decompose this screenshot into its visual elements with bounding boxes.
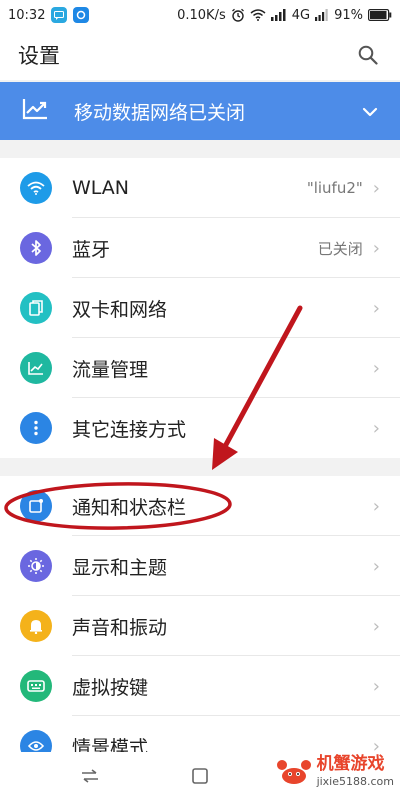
row-label: 蓝牙	[72, 238, 111, 261]
row-label: WLAN	[72, 177, 130, 199]
sim-card-icon	[20, 292, 52, 324]
row-value: "liufu2"	[306, 179, 363, 197]
network-speed: 0.10K/s	[177, 7, 226, 23]
settings-group-connections: WLAN "liufu2" › 蓝牙 已关闭 › 双卡和网络 › 流量管理 › …	[0, 158, 400, 458]
network-type: 4G	[291, 7, 311, 23]
scene-icon	[20, 730, 52, 752]
row-label: 流量管理	[72, 358, 149, 381]
data-usage-icon	[20, 352, 52, 384]
more-icon	[20, 412, 52, 444]
row-value: 已关闭	[317, 239, 363, 258]
settings-row-sound[interactable]: 声音和振动 ›	[0, 596, 400, 656]
alarm-icon	[231, 8, 245, 22]
settings-row-display[interactable]: 显示和主题 ›	[0, 536, 400, 596]
watermark: 机蟹游戏 jixie5188.com	[275, 756, 394, 787]
chevron-right-icon: ›	[372, 615, 380, 637]
keyboard-icon	[20, 670, 52, 702]
chevron-right-icon: ›	[372, 177, 380, 199]
page-title: 设置	[18, 44, 60, 68]
banner-text: 移动数据网络已关闭	[74, 101, 246, 124]
chevron-right-icon: ›	[372, 237, 380, 259]
settings-row-other-connections[interactable]: 其它连接方式 ›	[0, 398, 400, 458]
brightness-icon	[20, 550, 52, 582]
wifi-icon	[20, 172, 52, 204]
row-label: 其它连接方式	[72, 418, 187, 441]
chevron-right-icon: ›	[372, 735, 380, 753]
chart-line-icon	[22, 98, 48, 124]
wifi-status-icon	[250, 9, 266, 21]
row-label: 双卡和网络	[72, 298, 168, 321]
bell-icon	[20, 610, 52, 642]
chevron-right-icon: ›	[372, 555, 380, 577]
signal-icon	[270, 9, 287, 21]
battery-icon	[368, 9, 392, 21]
row-label: 虚拟按键	[72, 676, 149, 699]
switch-icon	[82, 769, 98, 783]
message-notification-icon	[51, 7, 68, 23]
notification-icon	[20, 490, 52, 522]
settings-row-data-usage[interactable]: 流量管理 ›	[0, 338, 400, 398]
row-label: 声音和振动	[72, 616, 168, 639]
battery-level: 91%	[334, 7, 363, 23]
crab-logo-icon	[276, 759, 311, 784]
status-bar: 10:32 0.10K/s 4G 91%	[0, 0, 400, 30]
chevron-down-icon[interactable]	[362, 102, 378, 121]
chevron-right-icon: ›	[372, 417, 380, 439]
settings-row-wlan[interactable]: WLAN "liufu2" ›	[0, 158, 400, 218]
app-notification-icon	[73, 7, 90, 23]
app-header: 设置	[0, 30, 400, 80]
search-button[interactable]	[354, 41, 382, 69]
chevron-right-icon: ›	[372, 495, 380, 517]
settings-row-notifications[interactable]: 通知和状态栏 ›	[0, 476, 400, 536]
row-label: 显示和主题	[72, 556, 168, 579]
home-square-icon	[192, 768, 208, 784]
mobile-data-banner[interactable]: 移动数据网络已关闭	[0, 82, 400, 140]
navigation-bar: 机蟹游戏 jixie5188.com	[0, 752, 400, 800]
watermark-title: 机蟹游戏	[316, 754, 385, 774]
home-button[interactable]	[188, 764, 212, 788]
chevron-right-icon: ›	[372, 297, 380, 319]
settings-row-virtual-keys[interactable]: 虚拟按键 ›	[0, 656, 400, 716]
row-label: 通知和状态栏	[72, 496, 187, 519]
row-label: 情景模式	[72, 736, 149, 753]
status-time: 10:32	[8, 7, 46, 23]
menu-button[interactable]	[78, 764, 102, 788]
settings-row-bluetooth[interactable]: 蓝牙 已关闭 ›	[0, 218, 400, 278]
watermark-url: jixie5188.com	[316, 775, 394, 788]
settings-group-device: 通知和状态栏 › 显示和主题 › 声音和振动 › 虚拟按键 › 情景模式 ›	[0, 476, 400, 752]
search-icon	[358, 45, 378, 65]
settings-row-dual-sim[interactable]: 双卡和网络 ›	[0, 278, 400, 338]
chevron-right-icon: ›	[372, 675, 380, 697]
signal-icon-2	[315, 9, 329, 21]
bluetooth-icon	[20, 232, 52, 264]
settings-row-scene-mode[interactable]: 情景模式 ›	[0, 716, 400, 752]
chevron-right-icon: ›	[372, 357, 380, 379]
